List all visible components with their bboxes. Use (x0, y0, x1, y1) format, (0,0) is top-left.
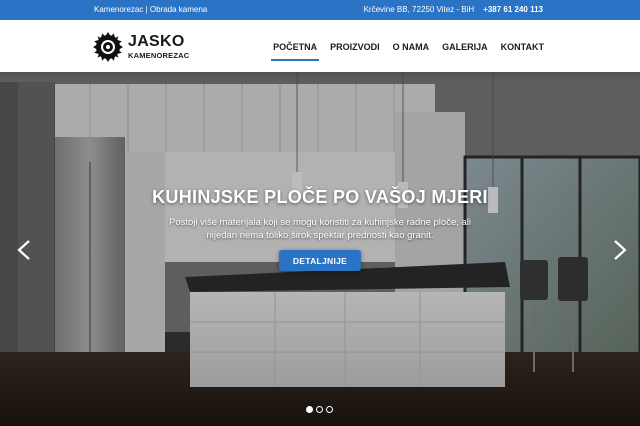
phone-link[interactable]: +387 61 240 113 (483, 5, 543, 14)
site-logo[interactable]: JASKO KAMENOREZAC (93, 32, 189, 62)
contact-info: Krčevine BB, 72250 Vitez - BiH +387 61 2… (364, 5, 543, 14)
chevron-right-icon[interactable] (612, 239, 628, 261)
company-tagline: Kamenorezac | Obrada kamena (94, 5, 208, 14)
logo-title: JASKO (128, 33, 185, 51)
details-button[interactable]: DETALJNIJE (279, 250, 361, 271)
chevron-left-icon[interactable] (16, 239, 32, 261)
nav-item-galerija[interactable]: GALERIJA (442, 42, 488, 57)
top-info-bar: Kamenorezac | Obrada kamena Krčevine BB,… (0, 0, 640, 20)
slider-pagination (306, 406, 333, 413)
site-header: JASKO KAMENOREZAC POČETNA PROIZVODI O NA… (0, 20, 640, 72)
saw-blade-icon (93, 32, 123, 62)
main-navigation: POČETNA PROIZVODI O NAMA GALERIJA KONTAK… (271, 42, 544, 61)
hero-slider: KUHINJSKE PLOČE PO VAŠOJ MJERI Postoji v… (0, 72, 640, 426)
hero-description: Postoji više materijala koji se mogu kor… (168, 217, 472, 241)
hero-title: KUHINJSKE PLOČE PO VAŠOJ MJERI (152, 187, 488, 207)
nav-item-proizvodi[interactable]: PROIZVODI (330, 42, 380, 57)
nav-item-kontakt[interactable]: KONTAKT (501, 42, 544, 57)
slide-dot-1[interactable] (306, 406, 313, 413)
slide-dot-3[interactable] (326, 406, 333, 413)
nav-item-pocetna[interactable]: POČETNA (271, 42, 320, 61)
slide-dot-2[interactable] (316, 406, 323, 413)
address-text: Krčevine BB, 72250 Vitez - BiH (363, 5, 475, 14)
logo-subtitle: KAMENOREZAC (128, 51, 190, 61)
nav-item-o-nama[interactable]: O NAMA (393, 42, 430, 57)
kitchen-background-image (0, 72, 640, 426)
